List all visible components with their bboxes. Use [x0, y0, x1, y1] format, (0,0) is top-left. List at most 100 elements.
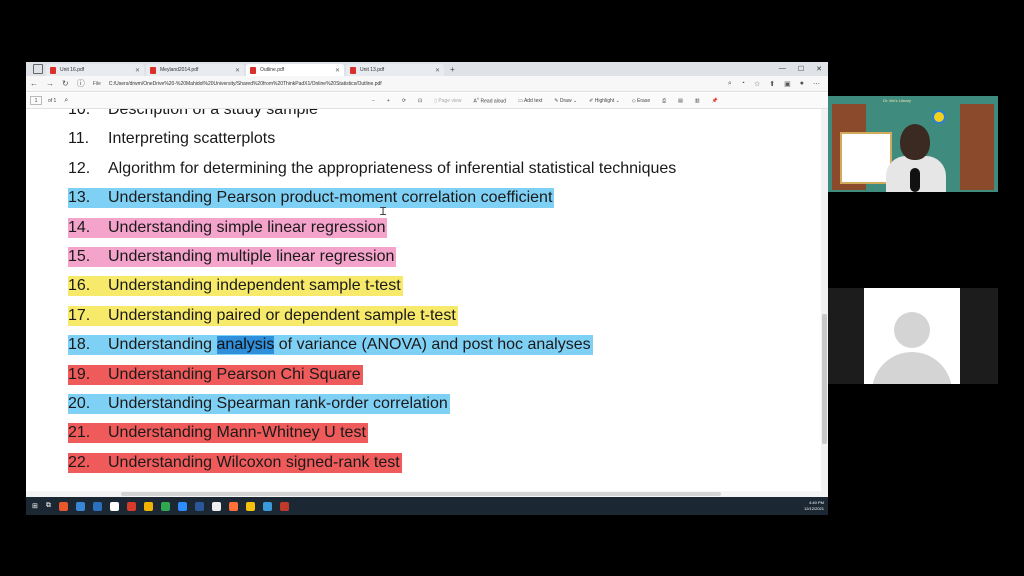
taskbar: ⊞ ⧉ 4:40 PM 12/12/2021 [26, 497, 828, 515]
erase-label: Erase [637, 97, 651, 104]
notepad-icon[interactable] [211, 501, 221, 511]
item-number: 10. [68, 109, 91, 118]
avatar-body [872, 352, 952, 384]
print-icon[interactable]: ⎙ [662, 98, 666, 104]
outline-item-highlighted: 20. Understanding Spearman rank-order co… [68, 394, 450, 414]
app-icon[interactable] [262, 501, 272, 511]
edge-icon[interactable] [92, 501, 102, 511]
word-icon[interactable] [194, 501, 204, 511]
more-icon[interactable]: ⋯ [813, 80, 820, 88]
avatar-head [894, 312, 930, 348]
page-view-button[interactable]: ▯ Page view [434, 98, 461, 104]
item-number: 15. [68, 248, 91, 265]
profile-icon[interactable]: ● [800, 80, 804, 88]
close-icon[interactable]: ✕ [235, 67, 240, 74]
pin-icon[interactable]: 📌 [712, 98, 718, 104]
item-number: 22. [68, 454, 91, 471]
zoom-in-icon[interactable]: + [387, 98, 390, 104]
item-text: Understanding Wilcoxon signed-rank test [108, 454, 400, 471]
extension-icon[interactable]: ⬆ [769, 80, 775, 88]
save-as-icon[interactable]: ▥ [695, 98, 700, 104]
draw-button[interactable]: ✎ Draw ⌄ [554, 98, 577, 104]
item-text: Interpreting scatterplots [108, 130, 276, 147]
search-icon[interactable]: ⌕ [64, 97, 68, 105]
tab-outline[interactable]: Outline.pdf ✕ [246, 64, 344, 76]
close-window-icon[interactable]: ✕ [816, 65, 822, 73]
window-menu-icon[interactable] [33, 64, 43, 74]
firefox-icon[interactable] [228, 501, 238, 511]
participant-tile [864, 288, 960, 384]
new-tab-icon[interactable]: + [450, 65, 455, 74]
tab-meyland[interactable]: Meyland2014.pdf ✕ [146, 64, 244, 76]
outline-item: 11. Interpreting scatterplots [68, 129, 275, 149]
outline-item: 10. Description of a study sample [68, 109, 318, 120]
file-label: File [92, 80, 101, 87]
system-clock[interactable]: 4:40 PM 12/12/2021 [804, 500, 824, 512]
tab-unit16[interactable]: Unit 16.pdf ✕ [46, 64, 144, 76]
bookshelf-right [960, 104, 994, 190]
highlight-button[interactable]: ✐ Highlight ⌄ [589, 98, 620, 104]
app-icon[interactable] [160, 501, 170, 511]
url-field[interactable]: C:/Users/drwm/OneDrive%20-%20Mahidol%20U… [109, 81, 382, 87]
page-view-label: Page view [438, 97, 462, 104]
collections-icon[interactable]: ▣ [784, 80, 791, 88]
pdf-document: 10. Description of a study sample 11. In… [26, 109, 821, 502]
tab-label: Meyland2014.pdf [160, 67, 199, 73]
scrollbar-thumb[interactable] [822, 314, 827, 444]
mail-icon[interactable] [75, 501, 85, 511]
save-icon[interactable]: ▤ [678, 98, 683, 104]
pdf-tools: − + ⟳ ⊡ ▯ Page view A» Read aloud ▭ Add … [372, 96, 718, 105]
participant-video [828, 288, 998, 384]
scrollbar-thumb[interactable] [121, 492, 721, 496]
back-icon[interactable]: ← [30, 79, 38, 88]
add-text-button[interactable]: ▭ Add text [518, 98, 542, 104]
forward-icon[interactable]: → [46, 79, 54, 88]
erase-button[interactable]: ◇ Erase [632, 98, 650, 104]
read-aloud-label: Read aloud [480, 98, 507, 105]
item-number: 14. [68, 219, 91, 236]
close-icon[interactable]: ✕ [135, 67, 140, 74]
item-number: 18. [68, 336, 91, 353]
item-text-before: Understanding [108, 336, 217, 353]
minimize-icon[interactable]: — [779, 65, 786, 73]
brave-icon[interactable] [58, 501, 68, 511]
chrome-icon[interactable] [143, 501, 153, 511]
chrome-icon[interactable] [245, 501, 255, 511]
refresh-icon[interactable]: ↻ [62, 79, 69, 88]
fit-page-icon[interactable]: ⊡ [418, 98, 422, 104]
zoom-app-icon[interactable] [177, 501, 187, 511]
outline-item-highlighted: 13. Understanding Pearson product-moment… [68, 188, 555, 208]
item-text-after: of variance (ANOVA) and post hoc analyse… [274, 336, 591, 353]
outline-item-highlighted: 16. Understanding independent sample t-t… [68, 276, 403, 296]
zoom-icon[interactable]: ⌕ [728, 80, 732, 88]
page-number-input[interactable]: 1 [30, 96, 42, 105]
item-number: 19. [68, 366, 91, 383]
store-icon[interactable] [109, 501, 119, 511]
outline-item: 12. Algorithm for determining the approp… [68, 159, 676, 179]
item-text: Understanding Pearson product-moment cor… [108, 189, 553, 206]
vertical-scrollbar[interactable] [821, 109, 828, 502]
translate-icon[interactable]: ◔ [741, 80, 745, 88]
address-tools: ⌕ ◔ ☆ ⬆ ▣ ● ⋯ [728, 80, 828, 88]
close-icon[interactable]: ✕ [335, 67, 340, 74]
outline-item-highlighted: 17. Understanding paired or dependent sa… [68, 306, 458, 326]
item-number: 17. [68, 307, 91, 324]
close-icon[interactable]: ✕ [435, 67, 440, 74]
item-number: 13. [68, 189, 91, 206]
app-icon[interactable] [126, 501, 136, 511]
highlight-label: Highlight [594, 97, 615, 104]
start-icon[interactable]: ⊞ [32, 502, 38, 510]
outline-item-highlighted: 15. Understanding multiple linear regres… [68, 247, 397, 267]
selected-text: analysis [216, 336, 275, 354]
zoom-out-icon[interactable]: − [372, 98, 375, 104]
item-text: Understanding multiple linear regression [108, 248, 395, 265]
outline-item-highlighted: 19. Understanding Pearson Chi Square [68, 365, 363, 385]
read-aloud-button[interactable]: A» Read aloud [473, 96, 506, 105]
task-view-icon[interactable]: ⧉ [46, 502, 51, 510]
tab-unit13[interactable]: Unit 13.pdf ✕ [346, 64, 444, 76]
maximize-icon[interactable]: ☐ [798, 65, 804, 73]
tab-label: Outline.pdf [260, 67, 285, 73]
rotate-icon[interactable]: ⟳ [402, 98, 406, 104]
favorite-icon[interactable]: ☆ [754, 80, 760, 88]
app-icon[interactable] [279, 501, 289, 511]
